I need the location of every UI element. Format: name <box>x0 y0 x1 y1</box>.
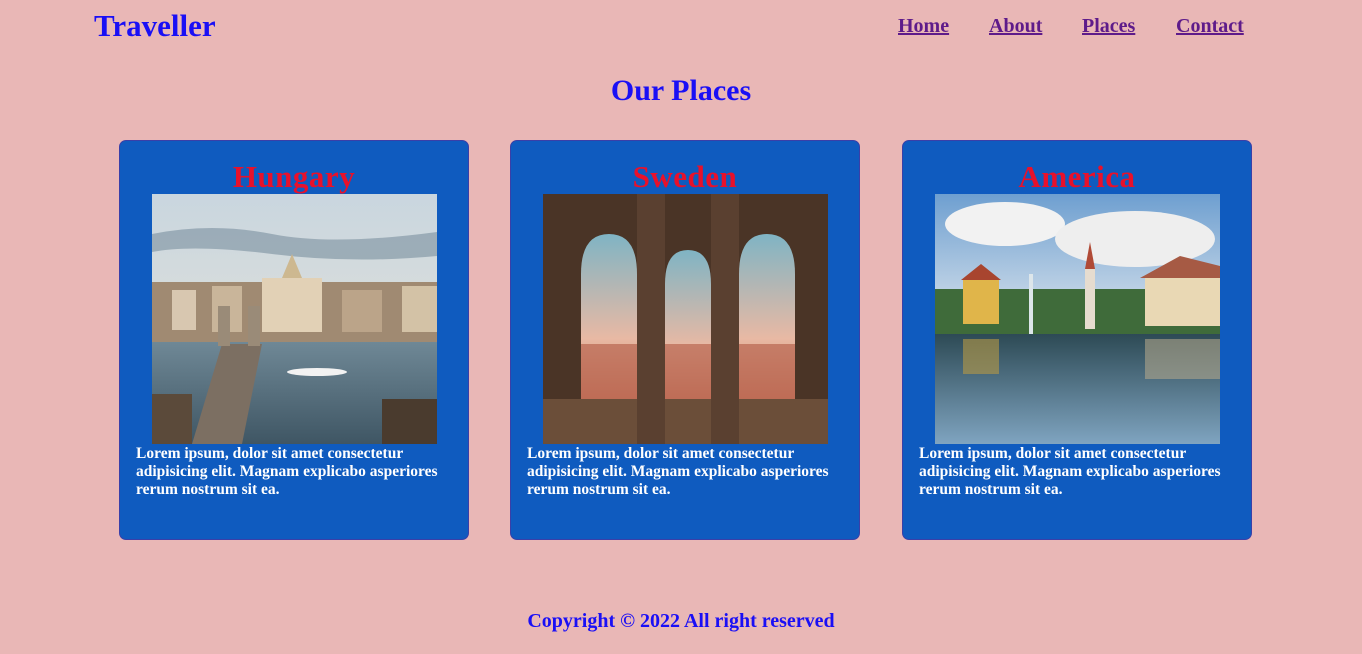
footer-copyright: Copyright © 2022 All right reserved <box>527 610 835 632</box>
nav-about-link[interactable]: About <box>989 15 1042 38</box>
card-description: Lorem ipsum, dolor sit amet consectetur … <box>527 445 829 498</box>
nav-contact-link[interactable]: Contact <box>1176 15 1244 38</box>
page: Traveller Home About Places Contact Our … <box>0 0 1362 654</box>
hungary-photo <box>152 194 437 444</box>
card-title: Sweden <box>632 159 738 194</box>
card-title: America <box>1018 159 1136 194</box>
place-card-sweden: Sweden Lorem ipsum, dolor sit amet conse… <box>510 140 860 540</box>
nav-home-link[interactable]: Home <box>898 15 949 38</box>
card-description: Lorem ipsum, dolor sit amet consectetur … <box>136 445 438 498</box>
section-title: Our Places <box>610 74 752 107</box>
sweden-photo <box>543 194 828 444</box>
america-photo <box>935 194 1220 444</box>
card-description: Lorem ipsum, dolor sit amet consectetur … <box>919 445 1221 498</box>
place-card-america: America Lorem ipsum, dolor sit amet cons… <box>902 140 1252 540</box>
main-nav: Home About Places Contact <box>0 15 1362 41</box>
card-title: Hungary <box>232 159 356 194</box>
place-card-hungary: Hungary Lorem ipsum, dolor sit amet cons… <box>119 140 469 540</box>
nav-places-link[interactable]: Places <box>1082 15 1135 38</box>
